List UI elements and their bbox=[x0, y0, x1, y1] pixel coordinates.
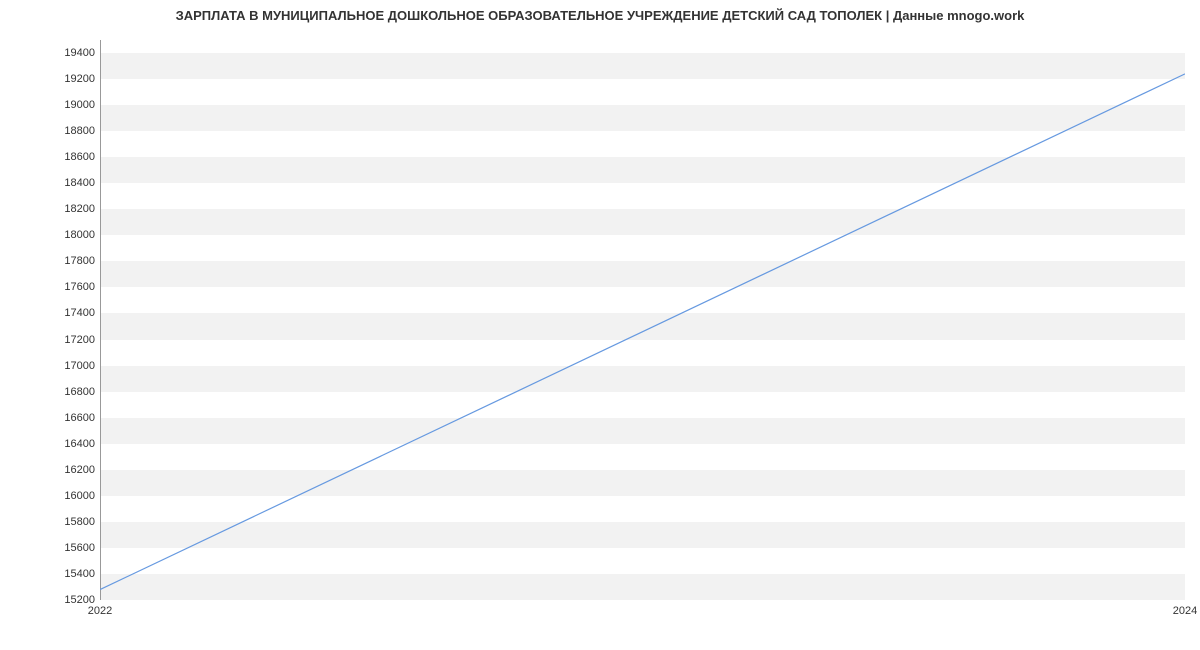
y-tick-label: 15800 bbox=[15, 516, 95, 528]
y-tick-label: 16400 bbox=[15, 438, 95, 450]
chart-title: ЗАРПЛАТА В МУНИЦИПАЛЬНОЕ ДОШКОЛЬНОЕ ОБРА… bbox=[0, 8, 1200, 23]
grid-band bbox=[101, 287, 1185, 313]
y-tick-label: 15400 bbox=[15, 568, 95, 580]
y-tick-label: 16000 bbox=[15, 490, 95, 502]
grid-band bbox=[101, 105, 1185, 131]
y-tick-label: 17600 bbox=[15, 281, 95, 293]
grid-band bbox=[101, 40, 1185, 53]
y-tick-label: 18800 bbox=[15, 125, 95, 137]
grid-band bbox=[101, 574, 1185, 600]
y-tick-label: 17400 bbox=[15, 307, 95, 319]
grid-band bbox=[101, 418, 1185, 444]
grid-band bbox=[101, 313, 1185, 339]
x-tick-label: 2024 bbox=[1173, 605, 1197, 617]
chart-container: ЗАРПЛАТА В МУНИЦИПАЛЬНОЕ ДОШКОЛЬНОЕ ОБРА… bbox=[0, 0, 1200, 650]
grid-band bbox=[101, 209, 1185, 235]
grid-band bbox=[101, 496, 1185, 522]
plot-area bbox=[100, 40, 1185, 600]
grid-band bbox=[101, 261, 1185, 287]
x-tick-label: 2022 bbox=[88, 605, 112, 617]
y-tick-label: 17800 bbox=[15, 255, 95, 267]
y-tick-label: 18600 bbox=[15, 151, 95, 163]
grid-band bbox=[101, 548, 1185, 574]
grid-band bbox=[101, 53, 1185, 79]
grid-band bbox=[101, 470, 1185, 496]
y-tick-label: 16600 bbox=[15, 412, 95, 424]
y-tick-label: 19000 bbox=[15, 99, 95, 111]
grid-band bbox=[101, 157, 1185, 183]
y-tick-label: 19200 bbox=[15, 73, 95, 85]
grid-band bbox=[101, 235, 1185, 261]
y-tick-label: 17000 bbox=[15, 360, 95, 372]
grid-band bbox=[101, 392, 1185, 418]
grid-band bbox=[101, 522, 1185, 548]
y-tick-label: 17200 bbox=[15, 334, 95, 346]
y-tick-label: 16800 bbox=[15, 386, 95, 398]
grid-band bbox=[101, 79, 1185, 105]
grid-band bbox=[101, 366, 1185, 392]
y-tick-label: 18000 bbox=[15, 229, 95, 241]
grid-band bbox=[101, 444, 1185, 470]
grid-band bbox=[101, 183, 1185, 209]
y-tick-label: 18400 bbox=[15, 177, 95, 189]
grid-band bbox=[101, 340, 1185, 366]
y-tick-label: 19400 bbox=[15, 47, 95, 59]
grid-band bbox=[101, 131, 1185, 157]
y-tick-label: 15600 bbox=[15, 542, 95, 554]
y-tick-label: 16200 bbox=[15, 464, 95, 476]
y-tick-label: 18200 bbox=[15, 203, 95, 215]
y-tick-label: 15200 bbox=[15, 594, 95, 606]
